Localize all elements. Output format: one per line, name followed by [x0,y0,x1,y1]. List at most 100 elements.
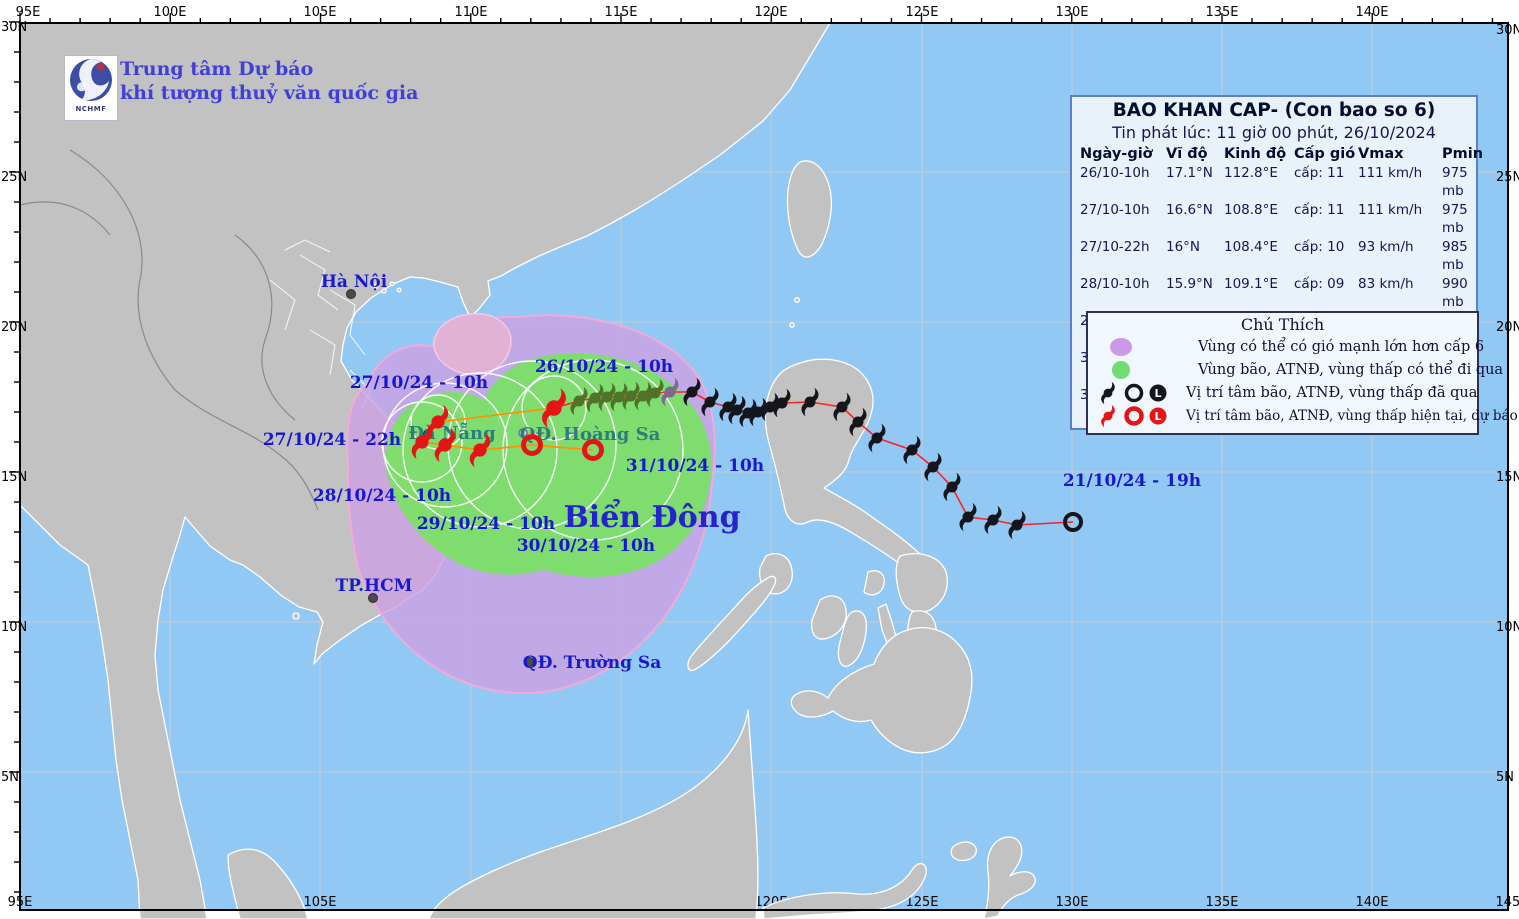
hainan [432,312,512,375]
axis-tick-label: 110E [454,5,487,20]
info-row: 26/10-10h 17.1°N 112.8°E cấp: 11 111 km/h 975… [1076,164,1472,201]
islet [789,322,795,328]
org-title: Trung tâm Dự báo khí tượng thuỷ văn quốc… [120,58,418,106]
nchmf-logo-icon [70,59,112,101]
legend-row: Vùng có thể có gió mạnh lớn hơn cấp 6 [1094,335,1484,358]
legend-rows: Vùng có thể có gió mạnh lớn hơn cấp 6 Vùn… [1094,335,1518,428]
info-col-header: Kinh độ [1224,146,1287,162]
low-pressure-icon: L [1149,384,1167,401]
axis-tick-label: 140E [1355,895,1388,910]
axis-tick-label: 5N [1,770,19,785]
track-date-label: 31/10/24 - 10h [626,456,764,476]
info-row: 27/10-22h 16°N 108.4°E cấp: 10 93 km/h 985 mb [1076,238,1472,275]
axis-tick-label: 100E [153,5,186,20]
info-cell: 26/10-10h [1080,164,1150,181]
legend-label: Vị trí tâm bão, ATNĐ, vùng thấp hiện tại… [1186,407,1518,424]
track-date-label: 27/10/24 - 22h [263,430,401,450]
info-cell: 985 mb [1442,238,1468,274]
info-cell: cấp: 10 [1294,238,1345,255]
axis-tick-label: 130E [1055,5,1088,20]
low-pressure-icon: L [1149,407,1167,424]
axis-tick-label: 135E [1205,5,1238,20]
info-cell: 108.8°E [1224,201,1278,218]
place-label: Biển Đông [563,498,740,535]
axis-tick-label: 105E [303,5,336,20]
info-cell: 17.1°N [1166,164,1213,181]
info-cell: cấp: 09 [1294,275,1345,292]
info-cell: 15.9°N [1166,275,1213,292]
legend-box: Chú Thích Vùng có thể có gió mạnh lớn hơ… [1086,311,1518,435]
axis-tick-label: 15N [1496,470,1519,485]
legend-storm-icon [1101,381,1115,404]
current-markers-icon: L [1094,404,1186,428]
info-col-header: Ngày-giờ [1080,146,1153,162]
info-cell: cấp: 11 [1294,201,1345,218]
legend-label: Vùng bão, ATNĐ, vùng thấp có thể đi qua [1198,361,1504,378]
info-cell: cấp: 11 [1294,164,1345,181]
legend-label: Vùng có thể có gió mạnh lớn hơn cấp 6 [1198,338,1485,355]
islet [396,287,402,293]
svg-text:L: L [1154,410,1161,423]
axis-tick-label: 125E [905,5,938,20]
info-cell: 112.8°E [1224,164,1278,181]
info-cell: 111 km/h [1358,201,1423,218]
nchmf-logo: NCHMF [64,55,118,121]
legend-row: L Vị trí tâm bão, ATNĐ, vùng thấp đã qua [1094,381,1477,404]
storm-info-title: BAO KHAN CAP- (Con bao so 6) [1112,100,1436,121]
info-cell: 16°N [1166,238,1201,255]
track-date-label: 30/10/24 - 10h [517,536,655,556]
legend-ring-icon [1124,405,1144,426]
legend-storm-icon [1101,404,1115,427]
storm-track-map-page: 95E 100E 105E 110E 115E 120E 125E 130E 135E 140E 1… [0,0,1519,919]
legend-row: Vùng bão, ATNĐ, vùng thấp có thể đi qua [1094,358,1503,381]
axis-tick-label: 20N [1,320,27,335]
axis-tick-label: 95E [16,5,41,20]
axis-tick-label: 10N [1,620,27,635]
track-date-label: 26/10/24 - 10h [535,357,673,377]
axis-tick-label: 140E [1355,5,1388,20]
axis-tick-label: 130E [1055,895,1088,910]
axis-tick-label: 15N [1,470,27,485]
track-date-label: 28/10/24 - 10h [313,486,451,506]
info-cell: 28/10-10h [1080,275,1150,292]
legend-ring-icon [1124,383,1144,402]
axis-tick-label: 20N [1496,320,1519,335]
storm-info-header-row: Ngày-giờ Vĩ độ Kinh độ Cấp gió Vmax Pmin [1076,145,1483,164]
legend-label: Vị trí tâm bão, ATNĐ, vùng thấp đã qua [1186,384,1478,401]
info-col-header: Vĩ độ [1166,146,1208,162]
svg-text:L: L [1154,387,1161,400]
info-col-header: Pmin [1442,146,1484,162]
legend-title: Chú Thích [1240,315,1325,334]
info-cell: 990 mb [1442,275,1468,311]
sulawesi-islet [950,841,977,862]
info-cell: 975 mb [1442,201,1468,237]
storm-info-issued: Tin phát lúc: 11 giờ 00 phút, 26/10/2024 [1112,123,1436,142]
place-label: Hà Nội [321,272,388,292]
axis-tick-label: 25N [1496,170,1519,185]
info-row: 28/10-10h 15.9°N 109.1°E cấp: 09 83 km/h 990 … [1076,275,1472,312]
green-area-icon [1094,360,1198,380]
info-cell: 83 km/h [1358,275,1414,292]
place-label: QĐ. Trường Sa [523,653,661,673]
islet [793,296,801,304]
axis-tick-label: 120E [754,5,787,20]
axis-tick-label: 105E [303,895,336,910]
place-label: TP.HCM [336,576,413,596]
islet [292,612,300,620]
info-cell: 975 mb [1442,164,1468,200]
axis-tick-label: 115E [604,5,637,20]
info-cell: 111 km/h [1358,164,1423,181]
org-title-line1: Trung tâm Dự báo [120,58,314,80]
axis-tick-label: 30N [1,20,27,35]
legend-row: L Vị trí tâm bão, ATNĐ, vùng thấp hiện tạ… [1094,404,1518,428]
info-col-header: Cấp gió [1294,146,1356,162]
islet [389,281,395,287]
track-date-label: 29/10/24 - 10h [417,514,555,534]
info-cell: 27/10-22h [1080,238,1150,255]
org-title-line2: khí tượng thuỷ văn quốc gia [120,81,419,104]
info-cell: 16.6°N [1166,201,1213,218]
axis-tick-label: 135E [1205,895,1238,910]
info-cell: 93 km/h [1358,238,1414,255]
axis-tick-label: 5N [1496,770,1514,785]
track-date-label: 27/10/24 - 10h [350,373,488,393]
